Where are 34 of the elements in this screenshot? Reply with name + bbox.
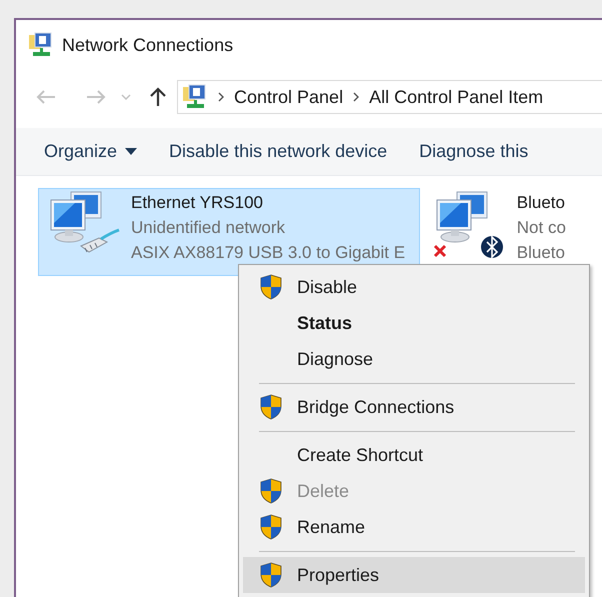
- address-bar[interactable]: Control Panel All Control Panel Item: [177, 80, 602, 114]
- connection-status: Unidentified network: [131, 217, 286, 239]
- connection-status: Not co: [516, 217, 566, 239]
- chevron-down-icon[interactable]: [121, 94, 131, 100]
- chevron-right-icon: [218, 92, 224, 102]
- menu-item[interactable]: Bridge Connections: [243, 389, 585, 425]
- toolbar-button[interactable]: Organize: [44, 138, 138, 165]
- connection-name: Blueto: [516, 192, 566, 214]
- window-title: Network Connections: [62, 34, 234, 56]
- connection-item[interactable]: Ethernet YRS100 Unidentified network ASIX AX88179 USB 3.0 to Gigabit E: [38, 188, 420, 276]
- chevron-right-icon: [353, 92, 360, 102]
- connection-device: Blueto: [516, 242, 566, 264]
- dropdown-icon: [125, 148, 138, 155]
- menu-item[interactable]: Create Shortcut: [243, 437, 585, 473]
- toolbar-button[interactable]: Disable this network device: [169, 138, 388, 165]
- shield-icon: [259, 478, 283, 504]
- menu-item[interactable]: Properties: [243, 557, 585, 593]
- menu-item[interactable]: Status: [243, 305, 585, 341]
- menu-item[interactable]: Diagnose: [243, 341, 585, 377]
- breadcrumb[interactable]: All Control Panel Item: [369, 84, 544, 110]
- forward-icon[interactable]: [86, 89, 106, 105]
- back-icon[interactable]: [36, 89, 56, 105]
- shield-icon: [259, 274, 283, 300]
- shield-icon: [259, 562, 283, 588]
- menu-item[interactable]: Rename: [243, 509, 585, 545]
- window-icon: [28, 32, 54, 58]
- control-panel-icon: [182, 84, 208, 110]
- connection-name: Ethernet YRS100: [131, 192, 264, 214]
- shield-icon: [259, 394, 283, 420]
- up-arrow-icon[interactable]: [149, 87, 167, 107]
- toolbar-button[interactable]: Diagnose this: [419, 138, 528, 165]
- shield-icon: [259, 514, 283, 540]
- connection-device: ASIX AX88179 USB 3.0 to Gigabit E: [131, 242, 406, 264]
- breadcrumb[interactable]: Control Panel: [234, 84, 344, 110]
